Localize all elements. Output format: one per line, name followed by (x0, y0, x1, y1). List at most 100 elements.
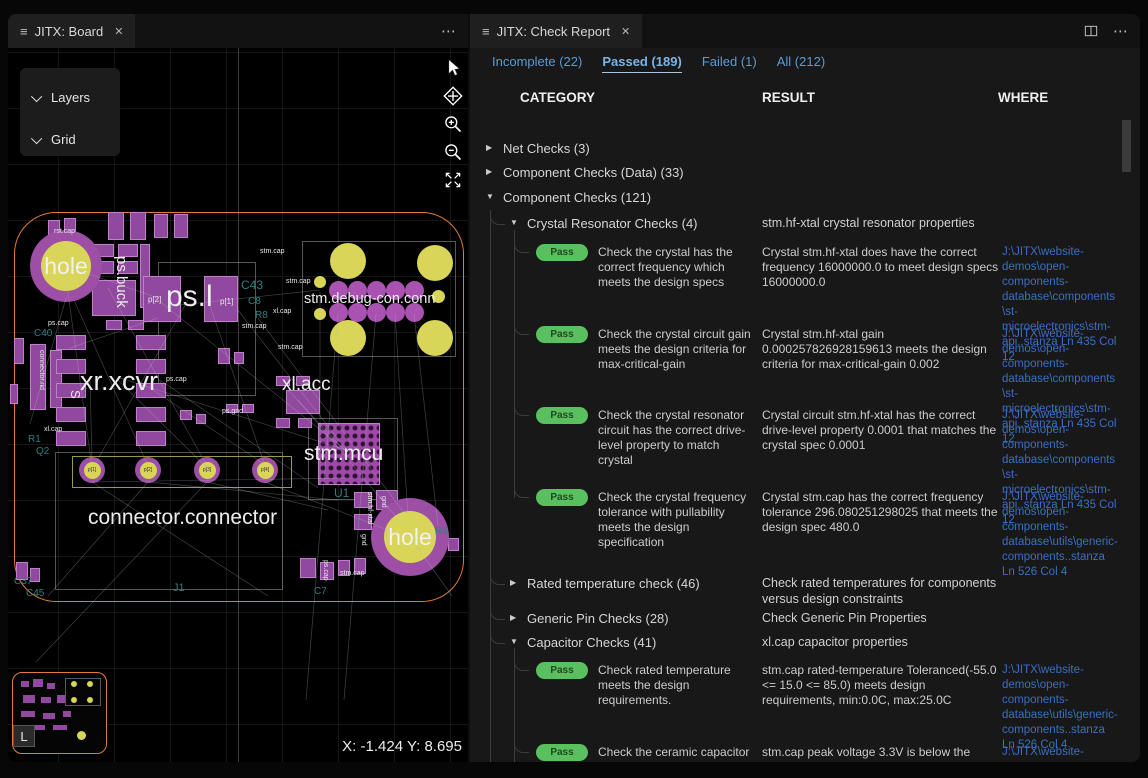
chevron-down-icon (31, 90, 42, 101)
column-header-where: WHERE (998, 90, 1048, 105)
group-label: Component Checks (Data) (33) (503, 165, 684, 180)
origin-indicator: L (13, 725, 35, 747)
component-label-xl-acc: xl.acc (282, 374, 331, 396)
layers-toggle[interactable]: Layers (34, 90, 90, 105)
column-header-result: RESULT (762, 90, 815, 105)
tree-collapsed-icon[interactable]: ▶ (510, 578, 516, 587)
close-icon[interactable]: ✕ (114, 25, 123, 38)
check-category: Check the ceramic capacitor (598, 745, 756, 760)
grid-label: Grid (51, 132, 76, 147)
tab-title: JITX: Check Report (497, 24, 610, 39)
more-actions-icon[interactable]: ⋯ (1113, 22, 1128, 40)
board-tabbar: ≡ JITX: Board ✕ ⋯ (8, 14, 468, 48)
more-actions-icon[interactable]: ⋯ (441, 22, 456, 40)
refdes: R8 (255, 310, 268, 321)
layers-label: Layers (51, 90, 90, 105)
status-badge-pass: Pass (536, 662, 588, 679)
filter-incomplete[interactable]: Incomplete (22) (492, 54, 582, 73)
pin-label-p2: p[2] (148, 295, 161, 304)
check-row[interactable]: Pass Check the crystal has the correct f… (470, 244, 1140, 326)
pan-icon (442, 85, 464, 107)
check-where-link[interactable]: J:\JITX\website-demos\open-components-da… (1002, 490, 1118, 580)
tiny-label: xl.cap (273, 308, 291, 315)
tree-collapsed-icon[interactable]: ▶ (510, 613, 516, 622)
tiny-label: stm.cap (340, 570, 365, 577)
tiny-label: xl.cap (44, 426, 62, 433)
tiny-label: ps.gnd (222, 408, 243, 415)
view-options-panel: Layers Grid (20, 68, 120, 156)
tree-expanded-icon[interactable]: ▼ (510, 637, 518, 646)
tiny-label: gnd (380, 496, 387, 508)
tree-group-component-checks-data[interactable]: ▶ Component Checks (Data) (33) (470, 165, 1140, 187)
zoom-in-icon (443, 114, 463, 134)
tree-group-component-checks[interactable]: ▼ Component Checks (121) (470, 190, 1140, 212)
refdes: C40 (34, 328, 52, 339)
board-toolbar (441, 56, 465, 192)
group-result: xl.cap capacitor properties (762, 635, 1002, 651)
check-result: stm.cap rated-temperature Toleranced(-55… (762, 663, 1002, 708)
refdes: C45 (26, 588, 44, 599)
check-row[interactable]: Pass Check the ceramic capacitor stm.cap… (470, 744, 1140, 762)
split-editor-icon[interactable] (1083, 23, 1099, 39)
tree-group-crystal-resonator[interactable]: ▼ Crystal Resonator Checks (4) stm.hf-xt… (470, 216, 1140, 238)
tree-group-generic-pin[interactable]: ▶ Generic Pin Checks (28) Check Generic … (470, 611, 1140, 633)
tab-jitx-check-report[interactable]: ≡ JITX: Check Report ✕ (470, 14, 642, 48)
refdes: C37 (14, 576, 32, 587)
component-label-stm-mcu: stm.mcu (304, 442, 383, 466)
group-label: Rated temperature check (46) (527, 576, 700, 591)
check-category: Check the crystal resonator circuit has … (598, 408, 756, 468)
cursor-coordinates: X: -1.424 Y: 8.695 (342, 738, 462, 755)
zoom-fit-tool[interactable] (441, 168, 465, 192)
board-canvas[interactable]: hole hole (8, 48, 468, 762)
zoom-out-tool[interactable] (441, 140, 465, 164)
tiny-label: stm.cap (260, 248, 285, 255)
origin-icon: L (20, 729, 27, 744)
filter-passed[interactable]: Passed (189) (602, 54, 682, 73)
check-where-link[interactable]: J:\JITX\website-demos\open-components-da… (1002, 663, 1118, 753)
filter-failed[interactable]: Failed (1) (702, 54, 757, 73)
status-badge-pass: Pass (536, 407, 588, 424)
tree-expanded-icon[interactable]: ▼ (486, 192, 494, 201)
check-result: Crystal stm.cap has the correct frequenc… (762, 490, 1002, 535)
check-row[interactable]: Pass Check the crystal resonator circuit… (470, 407, 1140, 489)
cursor-icon (443, 58, 463, 78)
component-label-ps-buck: ps.buck (113, 256, 130, 308)
tree-group-capacitor[interactable]: ▼ Capacitor Checks (41) xl.cap capacitor… (470, 635, 1140, 657)
check-row[interactable]: Pass Check the crystal frequency toleran… (470, 489, 1140, 571)
select-cursor-tool[interactable] (441, 56, 465, 80)
tree-group-net-checks[interactable]: ▶ Net Checks (3) (470, 141, 1140, 163)
check-category: Check the crystal frequency tolerance wi… (598, 490, 756, 550)
tree-expanded-icon[interactable]: ▼ (510, 218, 518, 227)
tiny-label: stm.cap (278, 344, 303, 351)
tree-collapsed-icon[interactable]: ▶ (486, 143, 492, 152)
tree-group-rated-temperature[interactable]: ▶ Rated temperature check (46) Check rat… (470, 576, 1140, 598)
report-tabbar: ≡ JITX: Check Report ✕ ⋯ (470, 14, 1140, 48)
check-row[interactable]: Pass Check rated temperature meets the d… (470, 662, 1140, 744)
refdes: J1 (173, 582, 185, 594)
check-where-link[interactable]: J:\JITX\website- (1002, 745, 1118, 760)
pan-tool[interactable] (441, 84, 465, 108)
grid-toggle[interactable]: Grid (34, 132, 76, 147)
group-label: Crystal Resonator Checks (4) (527, 216, 698, 231)
tab-title: JITX: Board (35, 24, 104, 39)
refdes: Q2 (36, 446, 49, 457)
group-result: Check Generic Pin Properties (762, 611, 1002, 627)
filter-all[interactable]: All (212) (777, 54, 825, 73)
tiny-label: gnd (360, 534, 367, 546)
close-icon[interactable]: ✕ (621, 25, 630, 38)
check-result: Crystal circuit stm.hf-xtal has the corr… (762, 408, 1002, 453)
status-badge-pass: Pass (536, 744, 588, 761)
refdes: U1 (334, 486, 349, 500)
tiny-label: ps.cap (48, 320, 69, 327)
refdes: C43 (241, 278, 263, 292)
tab-jitx-board[interactable]: ≡ JITX: Board ✕ (8, 14, 135, 48)
zoom-in-tool[interactable] (441, 112, 465, 136)
check-category: Check the crystal has the correct freque… (598, 245, 756, 290)
list-icon: ≡ (482, 25, 490, 38)
component-label-left-conn: connector.rid (38, 350, 45, 406)
check-row[interactable]: Pass Check the crystal circuit gain meet… (470, 326, 1140, 408)
group-label: Capacitor Checks (41) (527, 635, 656, 650)
tree-collapsed-icon[interactable]: ▶ (486, 167, 492, 176)
tiny-label: stm.cap (286, 278, 311, 285)
scrollbar-thumb[interactable] (1122, 120, 1131, 172)
